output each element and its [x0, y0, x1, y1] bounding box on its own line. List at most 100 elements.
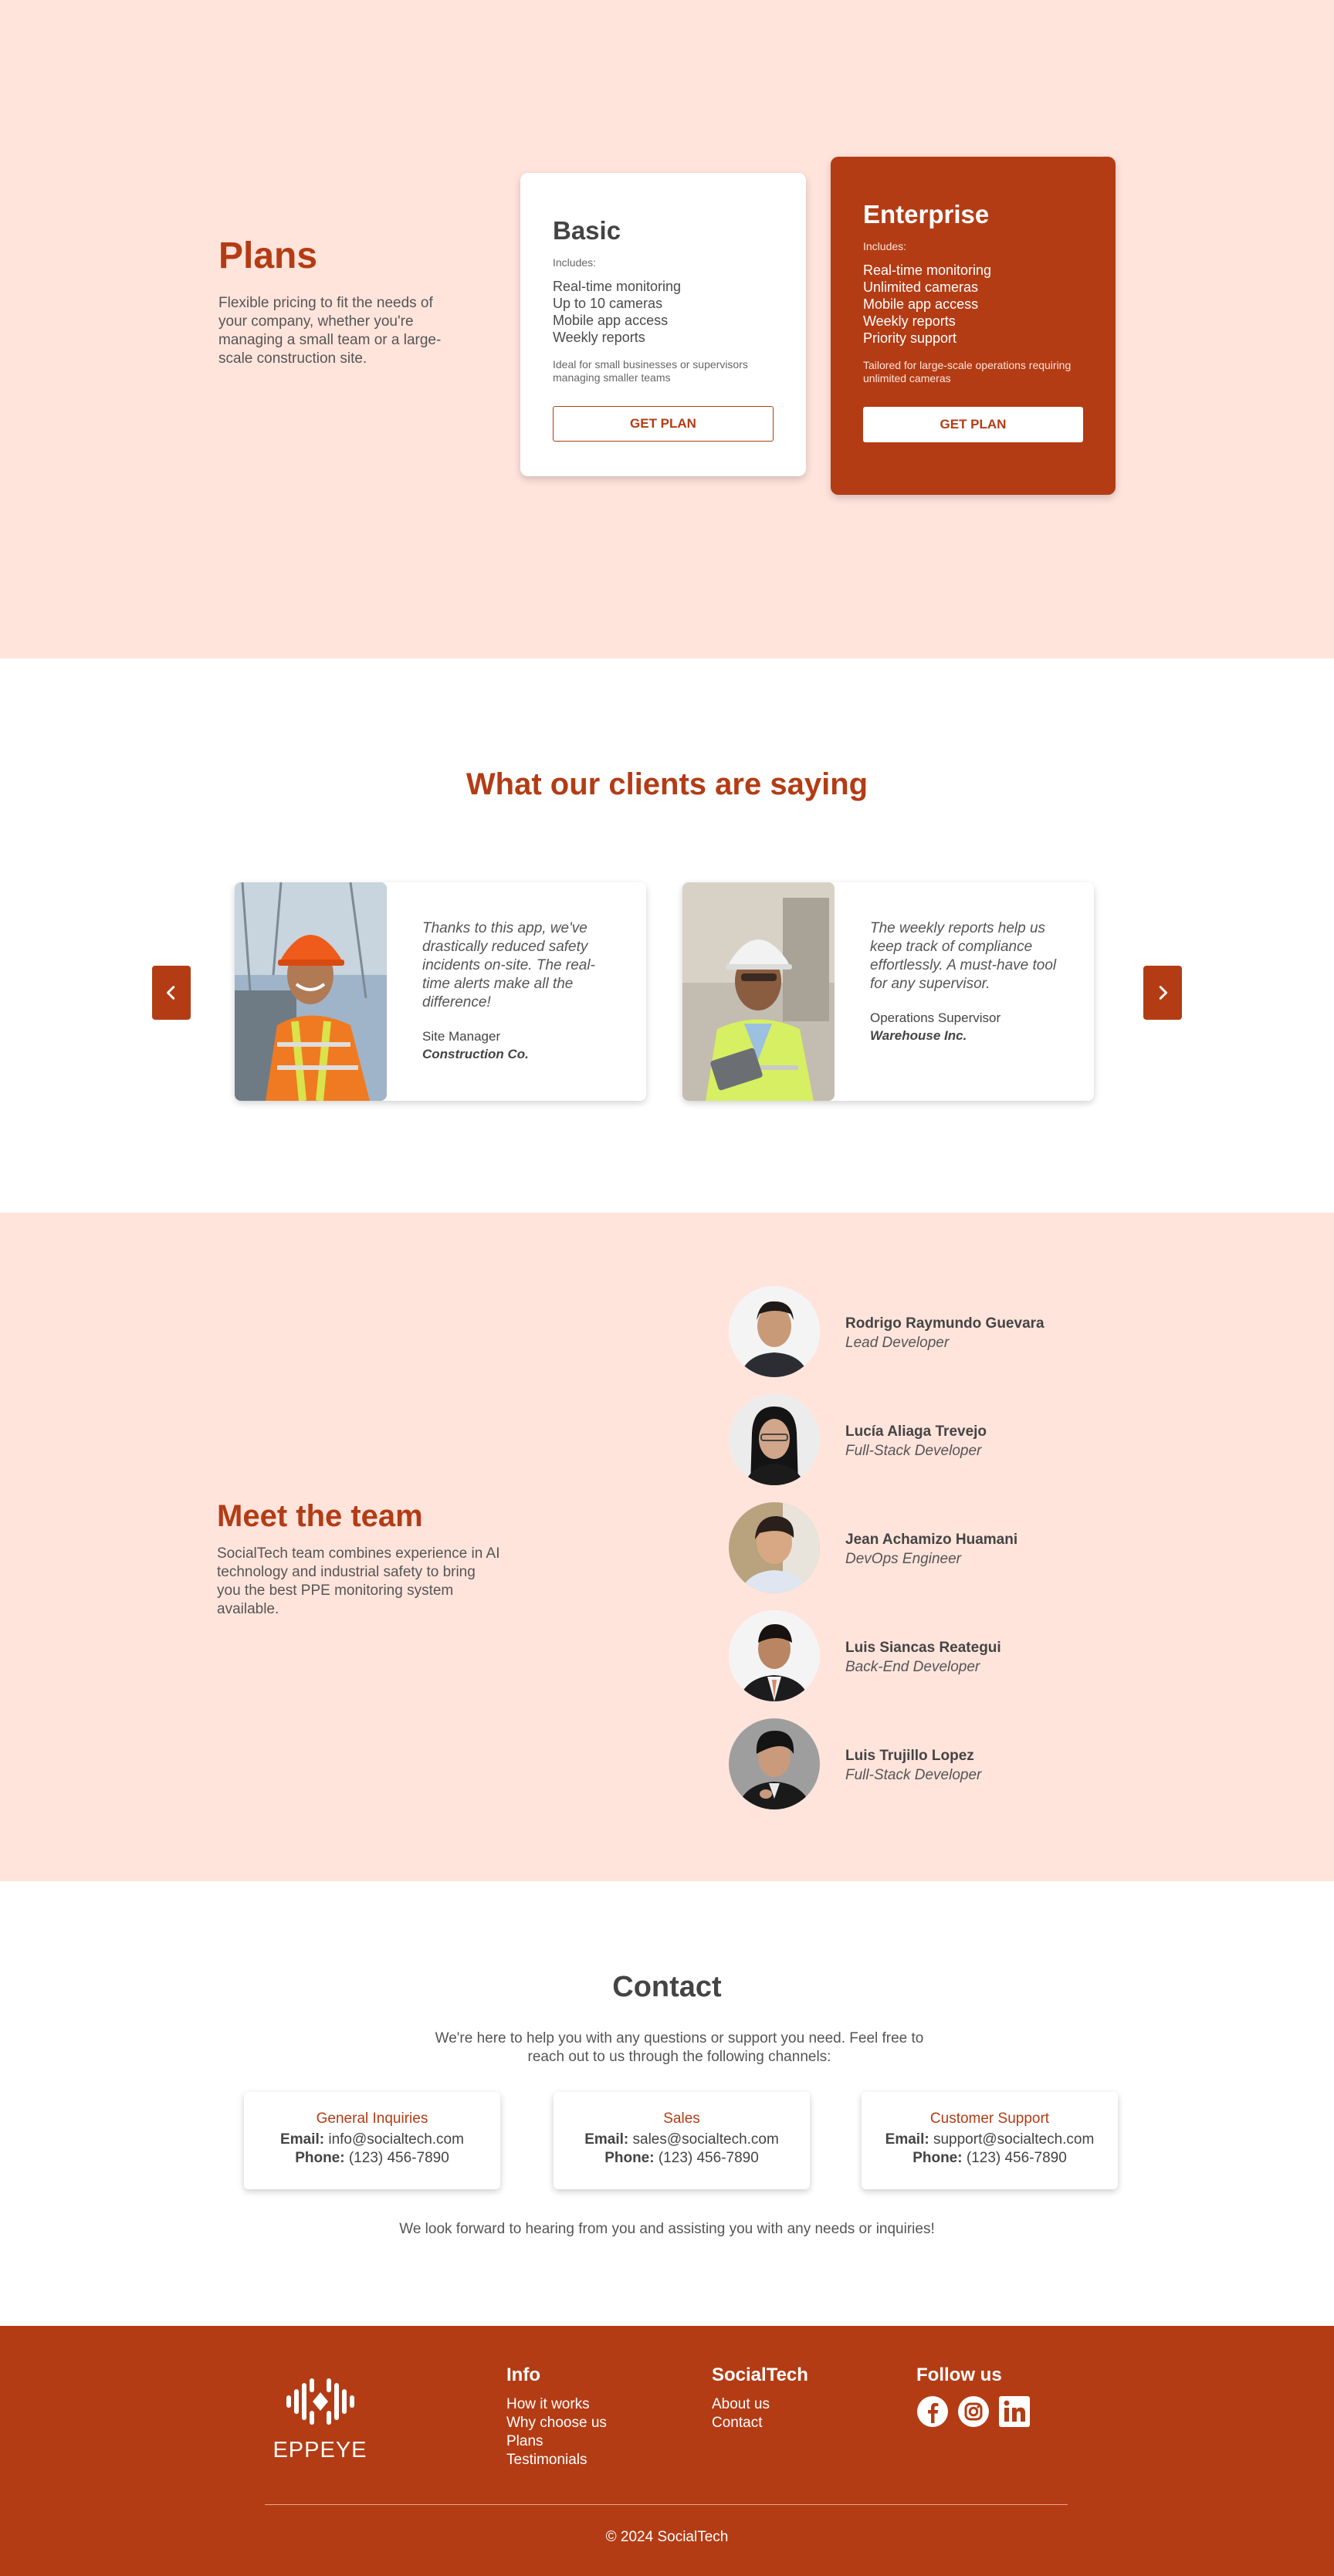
plan-includes-label: Includes: — [553, 256, 597, 269]
plan-name: Enterprise — [863, 200, 990, 228]
footer-link-testimonials[interactable]: Testimonials — [506, 2451, 607, 2469]
contact-title: Contact — [612, 1971, 722, 2003]
contact-phone-line: Phone: (123) 456-7890 — [244, 2149, 500, 2168]
team-subtitle: SocialTech team combines experience in A… — [217, 1545, 500, 1617]
plan-feature: Weekly reports — [863, 313, 956, 329]
carousel-next-button[interactable] — [1143, 966, 1182, 1020]
plan-description: Ideal for small businesses or supervisor… — [553, 358, 748, 384]
plan-card-enterprise: Enterprise Includes: Real-time monitorin… — [831, 157, 1116, 495]
contact-email-line: Email: sales@socialtech.com — [554, 2131, 810, 2149]
plans-subtitle: Flexible pricing to fit the needs of you… — [218, 295, 442, 367]
plans-intro: Plans Flexible pricing to fit the needs … — [218, 235, 450, 368]
footer-link-how-it-works[interactable]: How it works — [506, 2395, 607, 2414]
social-links — [916, 2395, 1031, 2428]
testimonial-photo — [235, 882, 387, 1101]
contact-email[interactable]: support@socialtech.com — [933, 2131, 1094, 2148]
plan-card-basic: Basic Includes: Real-time monitoring Up … — [520, 173, 806, 476]
contact-phone-line: Phone: (123) 456-7890 — [554, 2149, 810, 2168]
email-label: Email: — [280, 2131, 325, 2148]
contact-card: General Inquiries Email: info@socialtech… — [244, 2092, 500, 2189]
contact-card-title: Customer Support — [929, 2111, 1050, 2127]
testimonial-card: Thanks to this app, we've drastically re… — [235, 882, 646, 1101]
member-name: Lucía Aliaga Trevejo — [845, 1423, 987, 1440]
footer: EPPEYE Info How it works Why choose us P… — [0, 2326, 1334, 2576]
chevron-right-icon — [1159, 986, 1168, 1000]
avatar — [729, 1286, 820, 1377]
testimonial-photo — [682, 882, 835, 1101]
plan-feature: Mobile app access — [553, 313, 669, 328]
member-name: Jean Achamizo Huamani — [845, 1532, 1018, 1548]
footer-column-info: Info How it works Why choose us Plans Te… — [506, 2364, 607, 2469]
get-plan-enterprise-button[interactable]: GET PLAN — [863, 407, 1083, 442]
brand-name: EPPEYE — [273, 2438, 367, 2463]
instagram-icon[interactable] — [957, 2395, 990, 2428]
email-label: Email: — [885, 2131, 929, 2148]
footer-column-title: Info — [506, 2364, 540, 2385]
footer-column-title: SocialTech — [712, 2364, 808, 2385]
contact-card-title: General Inquiries — [316, 2111, 428, 2127]
footer-column-socialtech: SocialTech About us Contact — [712, 2364, 808, 2432]
member-name: Rodrigo Raymundo Guevara — [845, 1315, 1045, 1332]
contact-card: Sales Email: sales@socialtech.com Phone:… — [554, 2092, 810, 2189]
testimonials-section: What our clients are saying Thanks to th… — [0, 658, 1334, 1213]
member-info: Luis Trujillo Lopez Full-Stack Developer — [845, 1748, 981, 1784]
plan-feature: Up to 10 cameras — [553, 296, 663, 311]
testimonial-quote: Thanks to this app, we've drastically re… — [422, 920, 595, 1010]
eye-logo-icon — [286, 2378, 354, 2425]
contact-email-line: Email: info@socialtech.com — [244, 2131, 500, 2149]
chevron-left-icon — [166, 986, 175, 1000]
carousel-prev-button[interactable] — [152, 966, 191, 1020]
avatar — [729, 1610, 820, 1701]
team-intro: Meet the team SocialTech team combines e… — [217, 1499, 503, 1619]
plan-feature: Priority support — [863, 330, 957, 346]
avatar — [729, 1718, 820, 1809]
contact-phone: (123) 456-7890 — [348, 2150, 449, 2166]
plan-description: Tailored for large-scale operations requ… — [863, 359, 1072, 384]
contact-card-title: Sales — [663, 2111, 700, 2127]
plans-section: Plans Flexible pricing to fit the needs … — [0, 0, 1334, 658]
plans-title: Plans — [218, 235, 318, 276]
member-info: Lucía Aliaga Trevejo Full-Stack Develope… — [845, 1423, 987, 1460]
contact-section: Contact We're here to help you with any … — [0, 1881, 1334, 2326]
team-title: Meet the team — [217, 1499, 423, 1533]
testimonials-title: What our clients are saying — [466, 767, 868, 801]
plan-feature: Mobile app access — [863, 296, 979, 312]
phone-label: Phone: — [912, 2150, 963, 2166]
testimonial-quote: The weekly reports help us keep track of… — [870, 920, 1057, 992]
member-info: Rodrigo Raymundo Guevara Lead Developer — [845, 1315, 1045, 1352]
team-member: Rodrigo Raymundo Guevara Lead Developer — [729, 1286, 1192, 1377]
team-member: Lucía Aliaga Trevejo Full-Stack Develope… — [729, 1394, 1192, 1485]
footer-link-about-us[interactable]: About us — [712, 2395, 808, 2414]
contact-card: Customer Support Email: support@socialte… — [862, 2092, 1118, 2189]
footer-link-plans[interactable]: Plans — [506, 2432, 607, 2451]
facebook-icon[interactable] — [916, 2395, 949, 2428]
contact-phone: (123) 456-7890 — [966, 2150, 1067, 2166]
plan-feature-list: Real-time monitoring Unlimited cameras M… — [863, 262, 1083, 347]
member-name: Luis Siancas Reategui — [845, 1640, 1001, 1656]
member-role: Lead Developer — [845, 1335, 950, 1351]
plan-feature: Real-time monitoring — [553, 279, 682, 294]
contact-phone-line: Phone: (123) 456-7890 — [862, 2149, 1118, 2168]
get-plan-basic-button[interactable]: GET PLAN — [553, 406, 774, 442]
contact-lead: We're here to help you with any question… — [435, 2030, 924, 2065]
testimonial-company: Construction Co. — [422, 1047, 529, 1061]
testimonial-body: Thanks to this app, we've drastically re… — [422, 919, 615, 1062]
member-info: Jean Achamizo Huamani DevOps Engineer — [845, 1532, 1017, 1568]
linkedin-icon[interactable] — [998, 2395, 1031, 2428]
member-info: Luis Siancas Reategui Back-End Developer — [845, 1640, 1001, 1676]
testimonial-company: Warehouse Inc. — [870, 1028, 967, 1043]
brand-logo[interactable]: EPPEYE — [272, 2372, 368, 2463]
testimonial-role: Operations Supervisor — [870, 1010, 1001, 1025]
plan-feature: Unlimited cameras — [863, 279, 979, 295]
avatar — [729, 1502, 820, 1593]
footer-link-contact[interactable]: Contact — [712, 2414, 808, 2432]
member-role: Full-Stack Developer — [845, 1767, 982, 1783]
testimonial-role: Site Manager — [422, 1029, 501, 1044]
contact-email[interactable]: sales@socialtech.com — [633, 2131, 779, 2148]
email-label: Email: — [584, 2131, 629, 2148]
footer-link-why-choose-us[interactable]: Why choose us — [506, 2414, 607, 2432]
plan-name: Basic — [553, 216, 621, 245]
contact-email-line: Email: support@socialtech.com — [862, 2131, 1118, 2149]
contact-email[interactable]: info@socialtech.com — [328, 2131, 464, 2148]
plan-feature: Real-time monitoring — [863, 262, 992, 278]
